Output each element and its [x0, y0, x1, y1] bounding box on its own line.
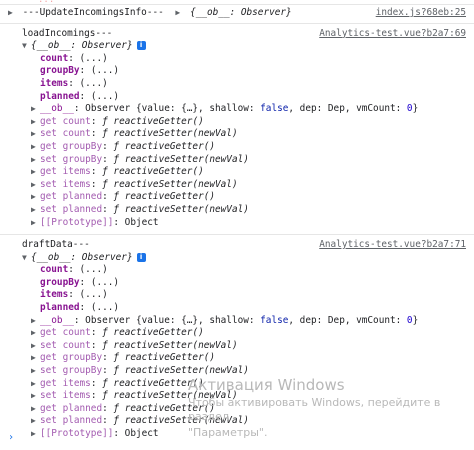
expand-arrow-icon: ▶	[31, 217, 36, 227]
prop-row[interactable]: groupBy: (...)	[0, 65, 474, 78]
prototype-row[interactable]: ▶ [[Prototype]]: Object	[0, 217, 474, 230]
expand-arrow-icon: ▶	[31, 353, 36, 363]
expand-arrow-icon[interactable]: ▶	[175, 7, 184, 20]
accessor-row[interactable]: ▶ get items: ƒ reactiveGetter()	[0, 166, 474, 179]
accessor-row[interactable]: ▶ set groupBy: ƒ reactiveSetter(newVal)	[0, 154, 474, 167]
console-message-update-incomings: ▶ ---UpdateIncomingsInfo--- ▶ {__ob__: O…	[0, 4, 474, 23]
expand-arrow-icon: ▶	[31, 129, 36, 139]
object-summary[interactable]: {__ob__: Observer}	[190, 7, 292, 18]
accessor-row[interactable]: ▶ get groupBy: ƒ reactiveGetter()	[0, 352, 474, 365]
expand-arrow-icon: ▶	[31, 429, 36, 438]
watermark-line: Чтобы активировать Windows, перейдите в …	[188, 396, 441, 423]
expand-arrow-icon: ▶	[31, 192, 36, 202]
accessor-row[interactable]: ▶ get count: ƒ reactiveGetter()	[0, 327, 474, 340]
accessor-row[interactable]: ▶ get count: ƒ reactiveGetter()	[0, 116, 474, 129]
expand-arrow-icon: ▶	[31, 167, 36, 177]
collapse-arrow-icon[interactable]: ▼	[22, 252, 31, 265]
prop-row[interactable]: count: (...)	[0, 53, 474, 66]
windows-activation-watermark: Активация Windows Чтобы активировать Win…	[188, 376, 474, 440]
console-prompt-icon[interactable]: ›	[8, 432, 14, 443]
ob-row[interactable]: ▶ __ob__: Observer {value: {…}, shallow: …	[0, 103, 474, 116]
expand-arrow-icon: ▶	[31, 391, 36, 401]
prop-row[interactable]: items: (...)	[0, 289, 474, 302]
expand-arrow-icon: ▶	[31, 328, 36, 338]
expand-arrow-icon: ▶	[31, 340, 36, 350]
expand-arrow-icon: ▶	[31, 154, 36, 164]
object-summary[interactable]: {__ob__: Observer}	[31, 252, 133, 263]
expand-arrow-icon: ▶	[31, 403, 36, 413]
accessor-row[interactable]: ▶ get planned: ƒ reactiveGetter()	[0, 191, 474, 204]
watermark-title: Активация Windows	[188, 376, 345, 394]
source-link[interactable]: Analytics-test.vue?b2a7:69	[319, 28, 466, 41]
expand-arrow-icon[interactable]: ▶	[31, 103, 40, 116]
info-icon[interactable]: i	[136, 41, 146, 51]
prop-row[interactable]: count: (...)	[0, 264, 474, 277]
source-link[interactable]: Analytics-test.vue?b2a7:71	[319, 239, 466, 252]
expand-arrow-icon: ▶	[31, 366, 36, 376]
prop-row[interactable]: planned: (...)	[0, 302, 474, 315]
expand-arrow-icon: ▶	[31, 378, 36, 388]
console-message-load-incomings: loadIncomings--- Analytics-test.vue?b2a7…	[0, 22, 474, 230]
object-summary[interactable]: {__ob__: Observer}	[31, 40, 133, 51]
accessor-row[interactable]: ▶ set items: ƒ reactiveSetter(newVal)	[0, 179, 474, 192]
expand-arrow-icon[interactable]: ▶	[8, 7, 17, 20]
expand-arrow-icon: ▶	[31, 204, 36, 214]
accessor-row[interactable]: ▶ set count: ƒ reactiveSetter(newVal)	[0, 340, 474, 353]
watermark-line: "Параметры".	[188, 426, 268, 439]
prop-row[interactable]: groupBy: (...)	[0, 277, 474, 290]
accessor-row[interactable]: ▶ set count: ƒ reactiveSetter(newVal)	[0, 128, 474, 141]
expand-arrow-icon[interactable]: ▶	[31, 315, 40, 328]
expand-arrow-icon: ▶	[31, 416, 36, 426]
log-header: loadIncomings---	[22, 27, 113, 39]
source-link[interactable]: index.js?68eb:25	[376, 7, 466, 20]
expand-arrow-icon: ▶	[31, 116, 36, 126]
expand-arrow-icon: ▶	[31, 179, 36, 189]
expand-arrow-icon: ▶	[31, 141, 36, 151]
log-header: draftData---	[22, 239, 90, 251]
collapse-arrow-icon[interactable]: ▼	[22, 40, 31, 53]
prop-row[interactable]: planned: (...)	[0, 91, 474, 104]
prop-row[interactable]: items: (...)	[0, 78, 474, 91]
accessor-row[interactable]: ▶ get groupBy: ƒ reactiveGetter()	[0, 141, 474, 154]
log-header: ---UpdateIncomingsInfo---	[22, 7, 164, 18]
info-icon[interactable]: i	[136, 252, 146, 262]
ob-row[interactable]: ▶ __ob__: Observer {value: {…}, shallow: …	[0, 315, 474, 328]
accessor-row[interactable]: ▶ set planned: ƒ reactiveSetter(newVal)	[0, 204, 474, 217]
